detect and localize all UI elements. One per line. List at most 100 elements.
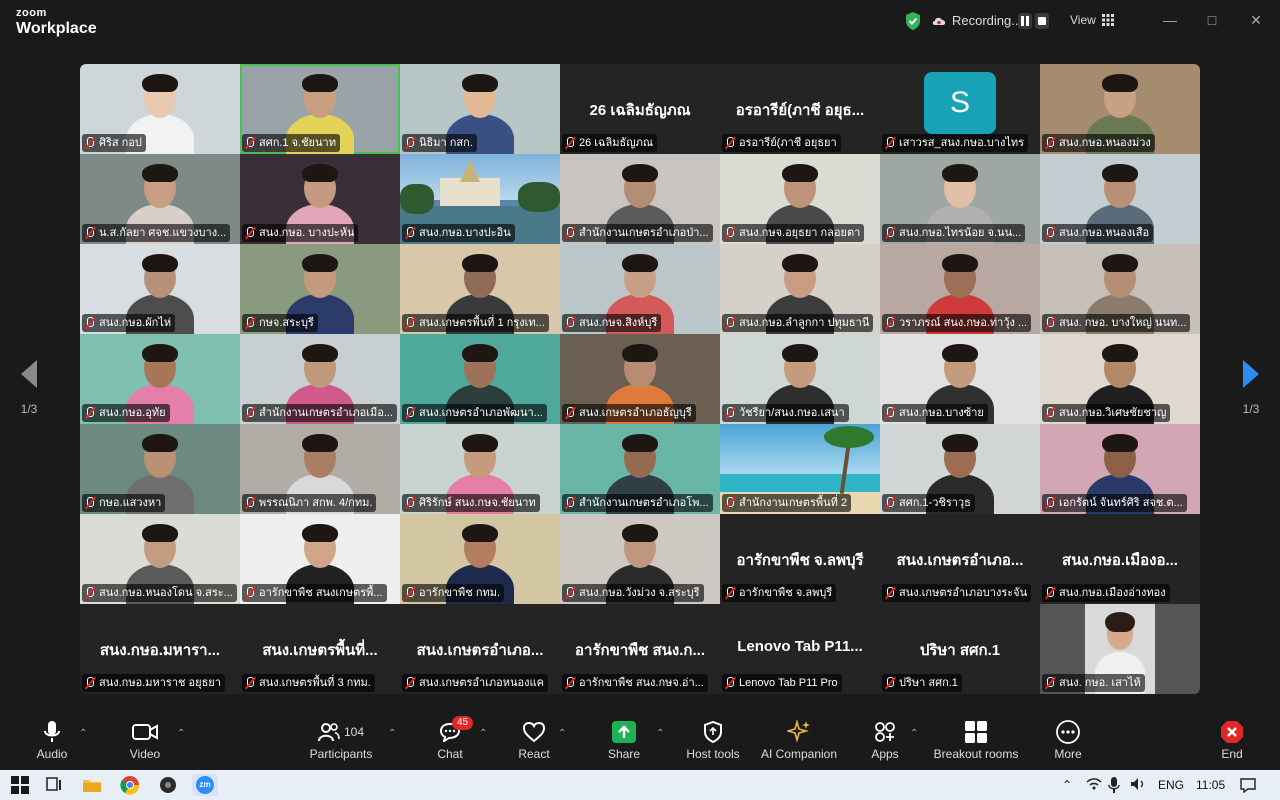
participant-tile[interactable]: น.ส.กัลยา ศจช.แขวงบาง... xyxy=(80,154,240,244)
participant-tile[interactable]: สนง.เกษตรพื้นที่... สนง.เกษตรพื้นที่ 3 กท… xyxy=(240,604,400,694)
participant-tile[interactable]: อารักขาพืช กทม. xyxy=(400,514,560,604)
participant-tile[interactable]: วราภรณ์ สนง.กษอ.ท่าวุ้ง ... xyxy=(880,244,1040,334)
react-options-caret-icon[interactable]: ⌃ xyxy=(558,728,566,739)
prev-page-nav[interactable]: 1/3 xyxy=(14,360,44,416)
participant-tile[interactable]: ปริษา สศก.1 ปริษา สศก.1 xyxy=(880,604,1040,694)
participant-tile[interactable]: สนง.เกษตรอำเภอ... สนง.เกษตรอำเภอหนองแค xyxy=(400,604,560,694)
recording-indicator[interactable]: Recording... xyxy=(932,13,1022,28)
participants-options-caret-icon[interactable]: ⌃ xyxy=(388,728,396,739)
participant-tile[interactable]: สนง.กษจ.สิงห์บุรี xyxy=(560,244,720,334)
muted-microphone-icon xyxy=(724,227,736,239)
wifi-icon[interactable] xyxy=(1086,777,1102,791)
participants-button[interactable]: 104 Participants xyxy=(306,720,376,764)
tray-overflow-icon[interactable]: ⌃ xyxy=(1062,778,1072,792)
participant-tile[interactable]: สนง.กษอ.บางซ้าย xyxy=(880,334,1040,424)
video-button[interactable]: Video xyxy=(124,720,166,764)
more-button[interactable]: More xyxy=(1050,720,1086,764)
participant-tile[interactable]: สนง.กษอ.ไทรน้อย จ.นน... xyxy=(880,154,1040,244)
participant-tile[interactable]: นิธิมา กสก. xyxy=(400,64,560,154)
participant-tile[interactable]: สนง.กษอ.หนองโดน จ.สระ... xyxy=(80,514,240,604)
participant-tile[interactable]: สนง.กษอ. บางปะหัน xyxy=(240,154,400,244)
participant-tile[interactable]: อารักขาพืช สนง.ก... อารักขาพืช สนง.กษจ.อ่… xyxy=(560,604,720,694)
participant-tile[interactable]: กษอ.แสวงหา xyxy=(80,424,240,514)
windows-start-icon[interactable] xyxy=(10,775,30,795)
participant-tile[interactable]: สำนักงานเกษตรพื้นที่ 2 xyxy=(720,424,880,514)
ai-companion-button[interactable]: AI Companion xyxy=(758,720,840,764)
participant-name: อารักขาพืช สนงเกษตรพื้... xyxy=(259,587,383,599)
apps-button[interactable]: Apps xyxy=(868,720,902,764)
participant-tile[interactable]: สนง.กษจ.อยุธยา กลอยตา xyxy=(720,154,880,244)
audio-button[interactable]: Audio xyxy=(32,720,72,764)
notifications-icon[interactable] xyxy=(1240,777,1256,793)
participant-tile[interactable]: Lenovo Tab P11... Lenovo Tab P11 Pro xyxy=(720,604,880,694)
participant-tile[interactable]: สนง.กษอ.ผักไห่ xyxy=(80,244,240,334)
participant-tile[interactable]: อารักขาพืช สนงเกษตรพื้... xyxy=(240,514,400,604)
muted-microphone-icon xyxy=(884,137,896,149)
participant-tile[interactable]: สนง.กษอ.ลำลูกกา ปทุมธานี xyxy=(720,244,880,334)
participant-tile[interactable]: พรรณนิภา สกพ. 4/กทม. xyxy=(240,424,400,514)
react-button[interactable]: React xyxy=(516,720,552,764)
participant-tile[interactable]: สนง.กษอ.เมืองอ... สนง.กษอ.เมืองอ่างทอง xyxy=(1040,514,1200,604)
stop-recording-button[interactable] xyxy=(1035,13,1049,29)
participant-tile[interactable]: สนง.กษอ.วิเศษชัยชาญ xyxy=(1040,334,1200,424)
participant-tile[interactable]: S เสาวรส_สนง.กษอ.บางไทร xyxy=(880,64,1040,154)
close-icon[interactable]: ✕ xyxy=(1248,12,1264,28)
muted-microphone-icon xyxy=(884,497,896,509)
participant-tile[interactable]: สนง.เกษตรพื้นที่ 1 กรุงเท... xyxy=(400,244,560,334)
share-options-caret-icon[interactable]: ⌃ xyxy=(656,728,664,739)
participant-tile[interactable]: สนง.กษอ.มหารา... สนง.กษอ.มหาราช อยุธยา xyxy=(80,604,240,694)
next-page-nav[interactable]: 1/3 xyxy=(1236,360,1266,416)
participant-tile[interactable]: สศก.1-วชิราวุธ xyxy=(880,424,1040,514)
participant-tile[interactable]: สศก.1 จ.ชัยนาท xyxy=(240,64,400,154)
participant-tile[interactable]: สนง.กษอ.วังม่วง จ.สระบุรี xyxy=(560,514,720,604)
apps-options-caret-icon[interactable]: ⌃ xyxy=(910,728,918,739)
participant-tile[interactable]: สนง.กษอ.หนองเสือ xyxy=(1040,154,1200,244)
view-button[interactable]: View xyxy=(1070,13,1114,27)
next-page-icon[interactable] xyxy=(1243,360,1259,388)
participant-tile[interactable]: อารักขาพืช จ.ลพบุรี อารักขาพืช จ.ลพบุรี xyxy=(720,514,880,604)
participant-name: สนง.กษอ.วังม่วง จ.สระบุรี xyxy=(579,587,700,599)
participant-tile[interactable]: สนง.กษอ.อุทัย xyxy=(80,334,240,424)
media-app-icon[interactable] xyxy=(158,775,178,795)
participant-tile[interactable]: สนง. กษอ. บางใหญ่ นนท... xyxy=(1040,244,1200,334)
chrome-icon[interactable] xyxy=(120,775,140,795)
language-indicator[interactable]: ENG xyxy=(1158,778,1184,792)
share-button[interactable]: Share xyxy=(604,720,644,764)
volume-icon[interactable] xyxy=(1130,777,1146,791)
participant-tile[interactable]: สนง.เกษตรอำเภอ... สนง.เกษตรอำเภอบางระจัน xyxy=(880,514,1040,604)
participant-tile[interactable]: ศิริรักษ์ สนง.กษจ.ชัยนาท xyxy=(400,424,560,514)
chat-options-caret-icon[interactable]: ⌃ xyxy=(479,728,487,739)
chat-button[interactable]: 45 Chat xyxy=(432,716,474,764)
host-tools-button[interactable]: Host tools xyxy=(683,720,743,764)
muted-microphone-icon xyxy=(244,137,256,149)
participant-tile[interactable]: สำนักงานเกษตรอำเภอโพ... xyxy=(560,424,720,514)
prev-page-icon[interactable] xyxy=(21,360,37,388)
participant-tile[interactable]: เอกรัตน์ จันทร์ศิริ สจช.ต... xyxy=(1040,424,1200,514)
file-explorer-icon[interactable] xyxy=(82,775,102,795)
pause-recording-button[interactable] xyxy=(1018,13,1032,29)
zoom-taskbar-button[interactable]: zm xyxy=(192,774,218,796)
security-shield-icon[interactable] xyxy=(904,11,922,31)
participant-tile[interactable]: สนง.เกษตรอำเภอธัญบุรี xyxy=(560,334,720,424)
participant-tile[interactable]: สนง.กษอ.บางปะอิน xyxy=(400,154,560,244)
participant-tile[interactable]: ศิริส กอป xyxy=(80,64,240,154)
participant-tile[interactable]: 26 เฉลิมธัญภณ 26 เฉลิมธัญภณ xyxy=(560,64,720,154)
participant-tile[interactable]: วัชรียา/สนง.กษอ.เสนา xyxy=(720,334,880,424)
tray-microphone-icon[interactable] xyxy=(1108,777,1120,793)
participant-tile[interactable]: สนง. กษอ. เสาไห้ xyxy=(1040,604,1200,694)
video-options-caret-icon[interactable]: ⌃ xyxy=(177,728,185,739)
end-meeting-button[interactable]: End xyxy=(1214,720,1250,764)
clock[interactable]: 11:05 xyxy=(1196,778,1225,792)
participant-tile[interactable]: อรอารีย์(ภาชี อยุธ... อรอารีย์(ภาชี อยุธย… xyxy=(720,64,880,154)
participant-tile[interactable]: สนง.กษอ.หนองม่วง xyxy=(1040,64,1200,154)
participant-tile[interactable]: สำนักงานเกษตรอำเภอเมือ... xyxy=(240,334,400,424)
minimize-icon[interactable]: — xyxy=(1162,12,1178,28)
participant-name: สนง.กษอ.บางปะอิน xyxy=(419,227,511,239)
breakout-rooms-button[interactable]: Breakout rooms xyxy=(932,720,1020,764)
participant-tile[interactable]: สำนักงานเกษตรอำเภอป่า... xyxy=(560,154,720,244)
participant-tile[interactable]: กษจ.สระบุรี xyxy=(240,244,400,334)
task-view-icon[interactable] xyxy=(44,775,64,795)
audio-options-caret-icon[interactable]: ⌃ xyxy=(79,728,87,739)
maximize-icon[interactable]: □ xyxy=(1204,12,1220,28)
participant-tile[interactable]: สนง.เกษตรอำเภอพัฒนา... xyxy=(400,334,560,424)
